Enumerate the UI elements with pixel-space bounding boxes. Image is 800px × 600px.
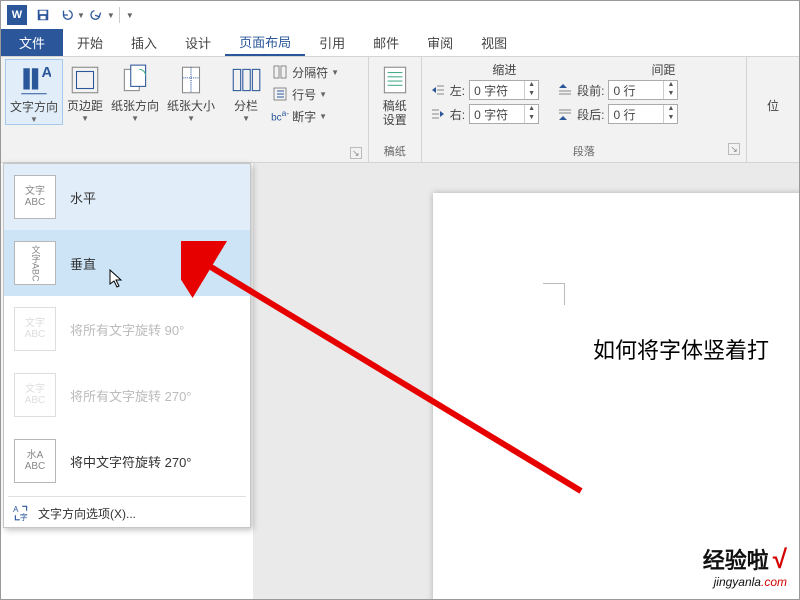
dd-vertical[interactable]: 文字ABC 垂直 [4, 230, 250, 296]
columns-button[interactable]: 分栏 ▼ [224, 59, 268, 123]
dd-rotate-90: 文字 ABC 将所有文字旋转 90° [4, 296, 250, 362]
line-numbers-button[interactable]: 行号▼ [268, 83, 343, 105]
redo-button[interactable] [86, 4, 108, 26]
hyphenation-button[interactable]: bca- 断字▼ [268, 105, 343, 127]
mouse-cursor-icon [109, 269, 125, 289]
save-button[interactable] [32, 4, 54, 26]
tab-review[interactable]: 审阅 [413, 29, 467, 56]
size-button[interactable]: 纸张大小 ▼ [163, 59, 219, 123]
thumb-horizontal-icon: 文字 ABC [14, 175, 56, 219]
dd-cjk-270[interactable]: 水A ABC 将中文字符旋转 270° [4, 428, 250, 494]
spacing-before-icon [557, 82, 573, 98]
spacing-header: 间距 [587, 61, 740, 80]
thumb-vertical-icon: 文字ABC [14, 241, 56, 285]
document-text: 如何将字体竖着打 [593, 333, 769, 365]
ribbon: A 文字方向 ▼ 页边距 ▼ 纸张方向 ▼ 纸张大小 ▼ [1, 57, 799, 163]
indent-left-input[interactable]: 0 字符▲▼ [469, 80, 539, 100]
paragraph-launcher[interactable]: ↘ [728, 143, 740, 155]
text-direction-button[interactable]: A 文字方向 ▼ [5, 59, 63, 125]
indent-left-label: 左: [450, 82, 465, 99]
orientation-button[interactable]: 纸张方向 ▼ [107, 59, 163, 123]
tab-view[interactable]: 视图 [467, 29, 521, 56]
position-button[interactable]: 位 [751, 59, 795, 113]
group-arrange: 位 [747, 57, 799, 162]
group-page-setup: A 文字方向 ▼ 页边距 ▼ 纸张方向 ▼ 纸张大小 ▼ [1, 57, 369, 162]
indent-right-input[interactable]: 0 字符▲▼ [469, 104, 539, 124]
svg-text:A: A [41, 65, 51, 81]
tab-file[interactable]: 文件 [1, 29, 63, 56]
svg-text:字: 字 [20, 512, 28, 522]
margin-corner-mark [543, 283, 565, 305]
text-direction-options-icon: A字 [12, 504, 30, 522]
indent-left-icon [430, 82, 446, 98]
word-app-icon: W [7, 5, 27, 25]
spacing-before-input[interactable]: 0 行▲▼ [608, 80, 678, 100]
page-setup-launcher[interactable]: ↘ [350, 147, 362, 159]
dd-horizontal[interactable]: 文字 ABC 水平 [4, 164, 250, 230]
thumb-rotate270-icon: 文字 ABC [14, 373, 56, 417]
dd-text-direction-options[interactable]: A字 文字方向选项(X)... [4, 499, 250, 527]
tab-page-layout[interactable]: 页面布局 [225, 29, 305, 56]
check-icon: √ [773, 544, 787, 575]
spacing-after-label: 段后: [577, 106, 604, 123]
tab-home[interactable]: 开始 [63, 29, 117, 56]
spacing-before-label: 段前: [577, 82, 604, 99]
chevron-down-icon: ▼ [30, 115, 38, 124]
text-direction-dropdown: 文字 ABC 水平 文字ABC 垂直 文字 ABC 将所有文字旋转 90° 文字… [3, 163, 251, 528]
tab-mailings[interactable]: 邮件 [359, 29, 413, 56]
thumb-cjk270-icon: 水A ABC [14, 439, 56, 483]
margins-button[interactable]: 页边距 ▼ [63, 59, 107, 123]
svg-text:A: A [13, 505, 19, 514]
manuscript-settings-button[interactable]: 稿纸 设置 [373, 59, 417, 127]
ribbon-tabs: 文件 开始 插入 设计 页面布局 引用 邮件 审阅 视图 [1, 29, 799, 57]
breaks-button[interactable]: 分隔符▼ [268, 61, 343, 83]
spacing-after-input[interactable]: 0 行▲▼ [608, 104, 678, 124]
undo-button[interactable] [56, 4, 78, 26]
dd-rotate-270: 文字 ABC 将所有文字旋转 270° [4, 362, 250, 428]
thumb-rotate90-icon: 文字 ABC [14, 307, 56, 351]
indent-header: 缩进 [428, 61, 581, 80]
qat-separator [119, 7, 120, 23]
dd-separator [8, 496, 246, 497]
indent-right-label: 右: [450, 106, 465, 123]
group-paragraph: 缩进 间距 左: 0 字符▲▼ 段前: 0 行▲▼ 右: 0 字符▲▼ 段后: … [422, 57, 747, 162]
qat-customize-caret[interactable]: ▼ [126, 11, 134, 20]
group-manuscript: 稿纸 设置 稿纸 [369, 57, 422, 162]
indent-right-icon [430, 106, 446, 122]
document-area[interactable]: 如何将字体竖着打 [253, 163, 799, 599]
tab-design[interactable]: 设计 [171, 29, 225, 56]
watermark: 经验啦√ jingyanla.com [703, 543, 787, 589]
tab-references[interactable]: 引用 [305, 29, 359, 56]
title-bar: W ▼ ▼ ▼ [1, 1, 799, 29]
document-page[interactable]: 如何将字体竖着打 [433, 193, 799, 599]
spacing-after-icon [557, 106, 573, 122]
tab-insert[interactable]: 插入 [117, 29, 171, 56]
